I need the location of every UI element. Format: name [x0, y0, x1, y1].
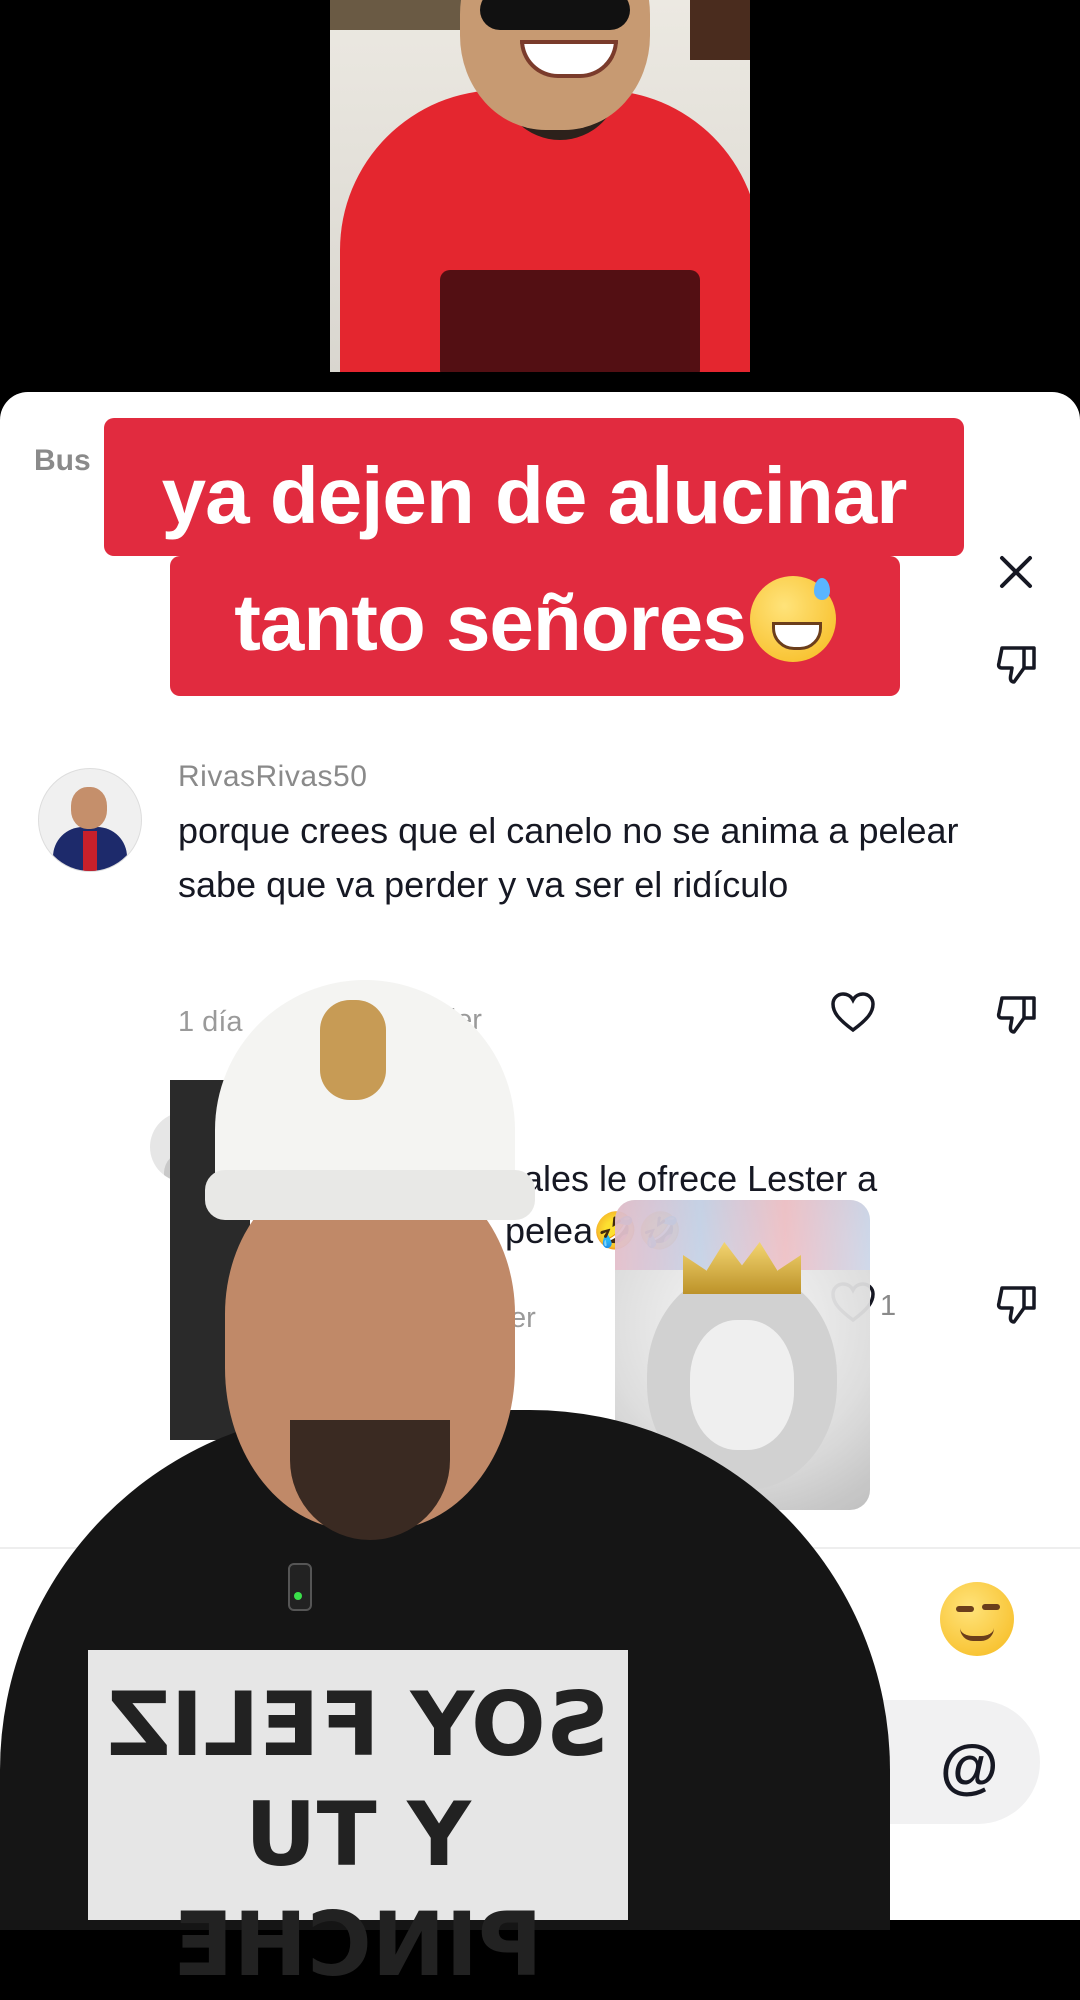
top-video-frame	[330, 0, 750, 372]
close-icon[interactable]	[996, 552, 1036, 592]
at-icon[interactable]: @	[940, 1732, 999, 1801]
comment-username[interactable]: RivasRivas50	[178, 760, 367, 794]
caption-line-2-text: tanto señores	[234, 578, 747, 667]
creator-overlay: SOY FELIZ Y TU PINCHE	[0, 980, 900, 1996]
avatar[interactable]	[38, 768, 142, 872]
sunglasses	[480, 0, 630, 30]
dislike-icon[interactable]	[994, 640, 1040, 686]
wall-decoration	[330, 0, 480, 30]
grinning-sweat-emoji	[749, 576, 836, 662]
wall-decoration	[690, 0, 750, 60]
shirt-print	[440, 270, 700, 372]
cap-logo	[320, 1000, 386, 1100]
avatar-stripe	[83, 831, 97, 871]
caption-line-2: tanto señores	[170, 576, 900, 669]
caption-line-1: ya dejen de alucinar	[161, 451, 908, 540]
dislike-icon[interactable]	[994, 1280, 1040, 1326]
shirt-text: SOY FELIZ Y TU PINCHE	[106, 1673, 610, 1996]
avatar-face	[71, 787, 107, 829]
smirk-emoji[interactable]	[940, 1582, 1014, 1656]
search-hint[interactable]: Bus	[34, 444, 91, 478]
mic-led	[294, 1592, 302, 1600]
comment-text: porque crees que el canelo no se anima a…	[178, 810, 959, 905]
dislike-icon[interactable]	[994, 990, 1040, 1036]
lapel-mic	[288, 1563, 312, 1611]
cap-brim	[205, 1170, 535, 1220]
